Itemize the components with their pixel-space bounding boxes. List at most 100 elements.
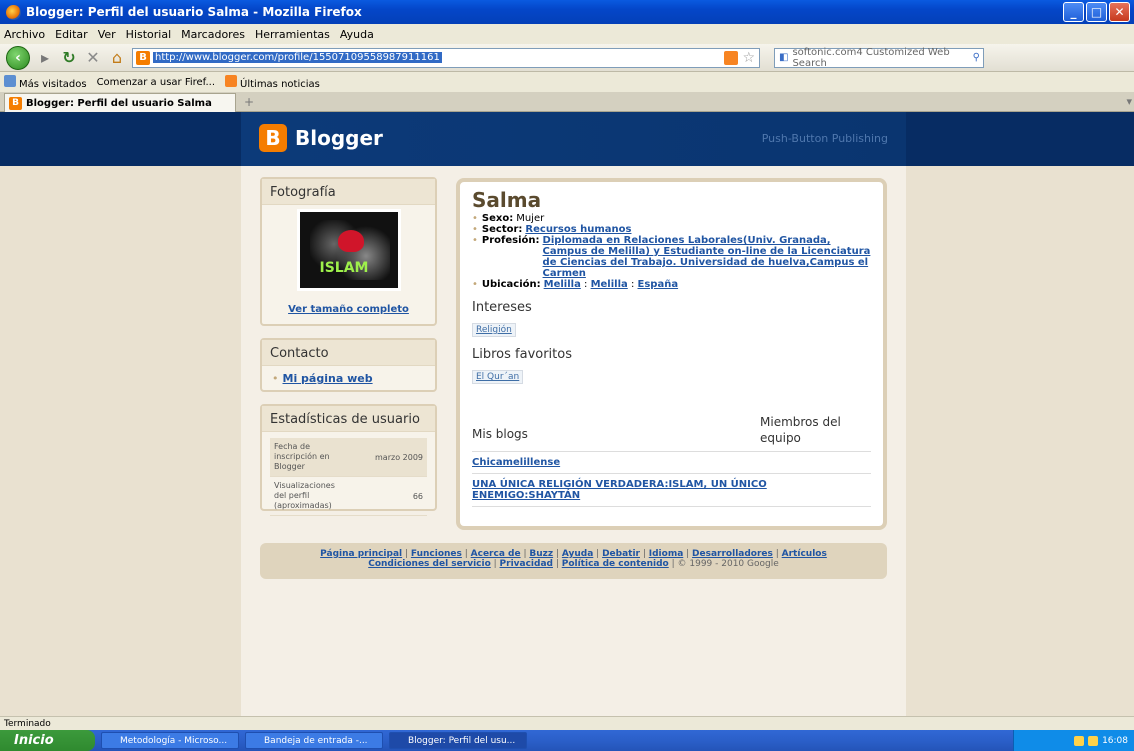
footer-link[interactable]: Página principal [320,549,402,559]
profile-info-list: • Sexo: Mujer • Sector: Recursos humanos • Pr… [472,213,871,290]
forward-icon[interactable]: ▸ [36,48,54,67]
menu-bar: Archivo Editar Ver Historial Marcadores … [0,24,1134,44]
blog-link[interactable]: Chicamelillense [472,452,871,474]
copyright: © 1999 - 2010 Google [677,559,779,569]
contact-box-title: Contacto [262,340,435,366]
window-title: Blogger: Perfil del usuario Salma - Mozi… [26,5,362,19]
interest-tag[interactable]: Religión [472,323,516,337]
location-link[interactable]: Melilla [544,279,581,290]
bookmark-folder-icon [4,74,16,87]
footer-link[interactable]: Debatir [602,549,640,559]
search-engine-icon[interactable]: ◧ [779,52,788,63]
status-bar: Terminado [0,716,1134,730]
info-sector: • Sector: Recursos humanos [472,224,632,235]
search-icon[interactable]: ⚲ [973,52,980,63]
stats-row: Visualizaciones del perfil (aproximadas)… [270,477,427,516]
stats-row: Fecha de inscripción en Blogger marzo 20… [270,438,427,477]
search-box[interactable]: ◧ softonic.com4 Customized Web Search ⚲ [774,46,984,69]
rss-icon[interactable] [724,50,739,65]
blogger-logo[interactable]: B Blogger [259,124,383,152]
search-placeholder: softonic.com4 Customized Web Search [792,46,950,69]
footer-link[interactable]: Privacidad [500,559,553,569]
footer-link[interactable]: Desarrolladores [692,549,773,559]
profile-name: Salma [472,188,542,212]
menu-herramientas[interactable]: Herramientas [255,28,330,41]
menu-archivo[interactable]: Archivo [4,28,45,41]
blogger-header: B Blogger Push-Button Publishing [0,112,1134,166]
tray-icon[interactable] [1074,735,1085,746]
footer-link[interactable]: Condiciones del servicio [368,559,491,569]
new-tab-button[interactable]: + [244,95,254,109]
bookmark-ultimas-noticias[interactable]: Últimas noticias [225,74,320,90]
location-link[interactable]: España [638,279,679,290]
url-text: http://www.blogger.com/profile/155071095… [153,52,442,63]
back-button[interactable]: ‹ [6,45,30,70]
libros-heading: Libros favoritos [472,347,572,362]
profesion-link[interactable]: Diplomada en Relaciones Laborales(Univ. … [543,235,871,279]
navigation-toolbar: ‹ ▸ ↻ ✕ ⌂ B http://www.blogger.com/profi… [0,44,1134,72]
footer-link[interactable]: Funciones [411,549,462,559]
blogs-heading: Mis blogs [472,427,528,441]
menu-historial[interactable]: Historial [126,28,171,41]
tab-bar: B Blogger: Perfil del usuario Salma + ▾ [0,92,1134,112]
page-viewport: B Blogger Push-Button Publishing Fotogra… [0,112,1134,716]
footer-link[interactable]: Acerca de [471,549,521,559]
bookmark-comenzar[interactable]: Comenzar a usar Firef... [0,77,1134,751]
footer-link[interactable]: Artículos [782,549,827,559]
bookmark-star-icon[interactable]: ☆ [742,50,755,66]
photo-box-title: Fotografía [262,179,435,205]
stats-table: Fecha de inscripción en Blogger marzo 20… [270,438,427,516]
minimize-button[interactable]: _ [1063,2,1084,22]
taskbar: Inicio Metodología - Microso... Bandeja … [0,730,1134,751]
footer: Página principal | Funciones | Acerca de… [260,543,887,579]
window-titlebar: Blogger: Perfil del usuario Salma - Mozi… [0,0,1134,24]
team-heading: Miembros del equipo [760,415,841,445]
footer-link[interactable]: Buzz [529,549,553,559]
bookmarks-bar: Más visitados Comenzar a usar Firef... Ú… [0,72,1134,751]
photo-box: Fotografía ISLAM Ver tamaño completo [260,177,437,326]
menu-ver[interactable]: Ver [98,28,116,41]
reload-icon[interactable]: ↻ [60,48,78,67]
blogger-logo-icon: B [259,124,287,152]
stats-box-title: Estadísticas de usuario [262,406,435,432]
footer-link[interactable]: Política de contenido [562,559,669,569]
info-sexo: • Sexo: Mujer [472,213,545,224]
close-button[interactable]: ✕ [1109,2,1130,22]
info-profesion: • Profesión: Diplomada en Relaciones Labor… [472,235,871,279]
task-mail[interactable]: Bandeja de entrada -... [245,732,383,749]
photo-caption: ISLAM [319,260,369,276]
web-page-link[interactable]: Mi página web [283,372,373,385]
sector-link[interactable]: Recursos humanos [525,224,631,235]
footer-link[interactable]: Ayuda [562,549,593,559]
clock: 16:08 [1102,735,1128,746]
footer-link[interactable]: Idioma [649,549,684,559]
profile-photo[interactable]: ISLAM [296,209,401,291]
heart-icon [337,230,364,252]
blogger-tagline: Push-Button Publishing [761,132,888,145]
book-tag[interactable]: El Qur´an [472,370,524,384]
start-button[interactable]: Inicio [0,730,95,751]
bookmark-mas-visitados[interactable]: Más visitados [4,74,87,90]
system-tray: 16:08 [1013,730,1134,751]
menu-ayuda[interactable]: Ayuda [340,28,374,41]
full-size-link[interactable]: Ver tamaño completo [262,304,435,315]
info-ubicacion: • Ubicación: Melilla : Melilla : España [472,279,679,290]
blogs-header: Mis blogs Miembros del equipo [472,414,871,452]
stop-icon[interactable]: ✕ [84,48,102,67]
home-icon[interactable]: ⌂ [108,48,126,67]
maximize-button[interactable]: □ [1086,2,1107,22]
tray-icon[interactable] [1088,735,1099,746]
blogger-favicon: B [136,50,150,65]
blogger-favicon: B [9,96,22,110]
menu-marcadores[interactable]: Marcadores [181,28,245,41]
blog-link[interactable]: UNA ÚNICA RELIGIÓN VERDADERA:ISLAM, UN Ú… [472,474,871,507]
tab-list-icon[interactable]: ▾ [1126,95,1132,108]
profile-main: Salma • Sexo: Mujer • Sector: Recursos human… [456,178,887,530]
menu-editar[interactable]: Editar [55,28,88,41]
url-bar[interactable]: B http://www.blogger.com/profile/1550710… [132,47,760,68]
task-firefox[interactable]: Blogger: Perfil del usu... [389,732,527,749]
task-word[interactable]: Metodología - Microso... [101,732,239,749]
rss-feed-icon [225,74,238,87]
tab-blogger-profile[interactable]: B Blogger: Perfil del usuario Salma [4,93,236,112]
location-link[interactable]: Melilla [591,279,628,290]
